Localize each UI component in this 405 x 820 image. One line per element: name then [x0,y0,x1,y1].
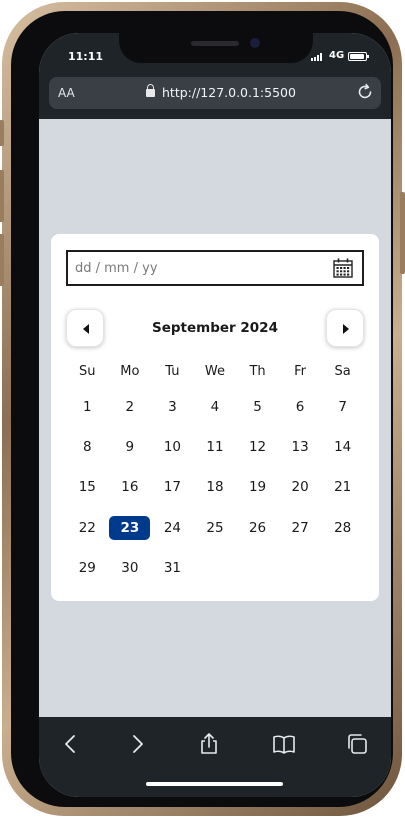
day-cell[interactable]: 18 [194,467,237,507]
back-icon[interactable] [59,732,83,756]
weekday-row: Su Mo Tu We Th Fr Sa [66,357,364,387]
chevron-left-icon [83,324,89,334]
day-cell[interactable]: 31 [151,548,194,588]
day-cell-empty [236,548,279,588]
day-cell[interactable]: 4 [194,387,237,427]
url-text[interactable]: http://127.0.0.1:5500 [162,85,296,100]
day-cell[interactable]: 17 [151,467,194,507]
day-cell[interactable]: 28 [321,508,364,548]
day-cell[interactable]: 19 [236,467,279,507]
day-cell[interactable]: 20 [279,467,322,507]
weekday-label: Su [79,364,96,379]
week-row: 8 9 10 11 12 13 14 [66,427,364,467]
calendar-icon[interactable] [332,257,354,279]
day-cell[interactable]: 27 [279,508,322,548]
screen: 11:11 4G AA http://127.0.0.1:5500 dd / m… [39,33,391,797]
date-picker-card: September 2024 Su Mo Tu We [51,234,379,601]
share-icon[interactable] [197,732,221,756]
day-cell[interactable]: 30 [109,548,152,588]
browser-address-bar: AA http://127.0.0.1:5500 [39,77,391,119]
phone-bezel: 11:11 4G AA http://127.0.0.1:5500 dd / m… [11,11,393,807]
day-cell[interactable]: 15 [66,467,109,507]
day-cell[interactable]: 3 [151,387,194,427]
mute-switch [0,120,4,146]
weekday-label: Tu [165,364,180,379]
weekday-label: Th [249,364,266,379]
status-time: 11:11 [68,50,104,63]
previous-month-button[interactable] [66,309,104,347]
power-button [400,192,405,274]
day-cell[interactable]: 7 [321,387,364,427]
weekday-label: Sa [334,364,351,379]
day-cell[interactable]: 11 [194,427,237,467]
lock-icon [146,84,155,97]
speaker [191,41,239,46]
url-field[interactable]: AA http://127.0.0.1:5500 [49,77,381,109]
day-cell[interactable]: 25 [194,508,237,548]
battery-icon [348,52,369,61]
day-cell[interactable]: 12 [236,427,279,467]
day-cell[interactable]: 8 [66,427,109,467]
day-cell[interactable]: 26 [236,508,279,548]
tabs-icon[interactable] [345,732,369,756]
status-bar: 11:11 4G [39,33,391,77]
chevron-right-icon [343,324,349,334]
day-cell-selected[interactable]: 23 [109,508,152,548]
phone-frame: 11:11 4G AA http://127.0.0.1:5500 dd / m… [0,2,405,816]
day-cell[interactable]: 10 [151,427,194,467]
day-cell[interactable]: 14 [321,427,364,467]
day-cell-empty [194,548,237,588]
day-cell[interactable]: 21 [321,467,364,507]
signal-icon [311,53,322,61]
day-cell-empty [321,548,364,588]
day-cell[interactable]: 1 [66,387,109,427]
day-cell[interactable]: 2 [109,387,152,427]
date-input[interactable] [68,252,328,284]
front-camera [250,38,260,48]
week-row: 29 30 31 [66,548,364,588]
month-title: September 2024 [152,320,278,336]
bookmarks-icon[interactable] [272,732,296,756]
month-header: September 2024 [51,309,379,347]
day-cell-empty [279,548,322,588]
day-cell[interactable]: 13 [279,427,322,467]
selected-day-label: 23 [109,515,151,540]
browser-toolbar [39,717,391,797]
date-input-field[interactable] [66,250,364,286]
day-cell[interactable]: 29 [66,548,109,588]
week-row: 22 23 24 25 26 27 28 [66,508,364,548]
weeks-container: 1 2 3 4 5 6 7 8 9 10 11 12 13 14 15 16 17 18 19 20 21 22 23 24 2… [66,387,364,588]
next-month-button[interactable] [326,309,364,347]
week-row: 1234567 [66,387,364,427]
day-cell[interactable]: 6 [279,387,322,427]
reload-icon[interactable] [356,83,374,101]
week-row: 15 16 17 18 19 20 21 [66,467,364,507]
day-cell[interactable]: 22 [66,508,109,548]
volume-up-button [0,170,4,222]
network-label: 4G [329,50,345,61]
page-content: September 2024 Su Mo Tu We [39,119,391,717]
volume-down-button [0,234,4,286]
day-cell[interactable]: 5 [236,387,279,427]
day-cell[interactable]: 16 [109,467,152,507]
text-size-button[interactable]: AA [58,86,75,100]
day-cell[interactable]: 9 [109,427,152,467]
weekday-label: We [204,364,226,379]
forward-icon[interactable] [125,732,149,756]
home-indicator [146,782,283,786]
weekday-label: Fr [294,364,307,379]
calendar-grid: Su Mo Tu We Th Fr Sa 1 2 3 4 5 6 7 8 9 10 11 12 13 14… [66,357,364,588]
weekday-label: Mo [120,364,140,379]
notch [119,33,313,63]
day-cell[interactable]: 24 [151,508,194,548]
